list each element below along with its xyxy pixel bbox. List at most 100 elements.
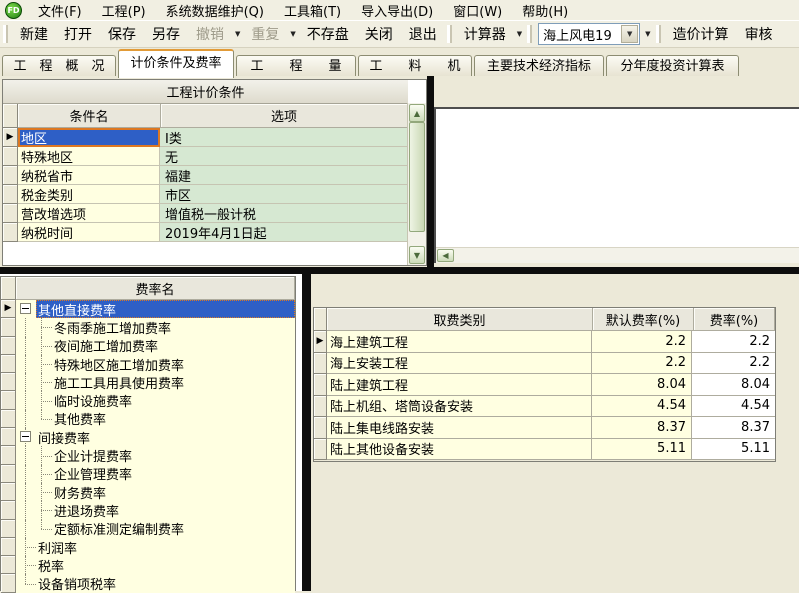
tree-row[interactable]: 间接费率 (1, 428, 295, 446)
condition-name-cell[interactable]: 营改增选项 (18, 204, 160, 223)
row-selector[interactable] (1, 483, 16, 501)
tree-item-label[interactable]: 间接费率 (36, 428, 295, 446)
tree-item-label[interactable]: 进退场费率 (52, 501, 295, 519)
table-row[interactable]: 营改增选项 增值税一般计税 (3, 204, 426, 223)
menu-item-import-export[interactable]: 导入导出(D) (351, 0, 443, 22)
row-selector[interactable] (314, 353, 327, 375)
tree-row[interactable]: 企业管理费率 (1, 465, 295, 483)
calculator-chevron-down-icon[interactable]: ▼ (514, 26, 525, 42)
tree-expander-icon[interactable] (20, 303, 31, 314)
new-button[interactable]: 新建 (12, 21, 56, 47)
tree-row[interactable]: 进退场费率 (1, 501, 295, 519)
row-selector[interactable] (1, 465, 16, 483)
row-selector[interactable] (314, 374, 327, 396)
rate-cell[interactable]: 2.2 (692, 353, 775, 375)
horizontal-scrollbar[interactable]: ◀ (436, 247, 799, 263)
tree-item-label[interactable]: 临时设施费率 (52, 391, 295, 409)
row-selector[interactable] (3, 166, 18, 185)
calculator-button[interactable]: 计算器 (456, 21, 514, 47)
condition-name-cell[interactable]: 税金类别 (18, 185, 160, 204)
tree-item-label[interactable]: 冬雨季施工增加费率 (52, 318, 295, 336)
toolbar-grip[interactable] (447, 25, 452, 43)
tree-row[interactable]: 施工工具用具使用费率 (1, 373, 295, 391)
project-extra-chevron-down-icon[interactable]: ▼ (642, 26, 653, 42)
table-row[interactable]: 陆上机组、塔筒设备安装 4.54 4.54 (314, 396, 775, 418)
table-row[interactable]: 陆上建筑工程 8.04 8.04 (314, 374, 775, 396)
tree-row[interactable]: 特殊地区施工增加费率 (1, 355, 295, 373)
open-button[interactable]: 打开 (56, 21, 100, 47)
undo-button[interactable]: 撤销 (188, 21, 232, 47)
row-selector[interactable] (3, 147, 18, 166)
fee-category-cell[interactable]: 海上安装工程 (327, 353, 592, 375)
cost-calc-button[interactable]: 造价计算 (665, 21, 737, 47)
tree-row[interactable]: 设备销项税率 (1, 574, 295, 592)
tree-row[interactable]: 临时设施费率 (1, 391, 295, 409)
condition-value-cell[interactable]: 福建 (160, 166, 408, 185)
condition-name-cell[interactable]: 地区 (18, 128, 160, 147)
row-selector[interactable] (1, 355, 16, 373)
menu-item-toolbox[interactable]: 工具箱(T) (274, 0, 351, 22)
condition-value-cell[interactable]: Ⅰ类 (160, 128, 408, 147)
no-save-button[interactable]: 不存盘 (299, 21, 357, 47)
tree-item-label[interactable]: 财务费率 (52, 483, 295, 501)
menu-item-system-data[interactable]: 系统数据维护(Q) (156, 0, 274, 22)
row-selector[interactable] (1, 501, 16, 519)
row-selector[interactable] (1, 556, 16, 574)
tree-row[interactable]: 企业计提费率 (1, 446, 295, 464)
default-rate-cell[interactable]: 5.11 (592, 439, 692, 461)
rate-cell[interactable]: 8.37 (692, 417, 775, 439)
redo-button[interactable]: 重复 (243, 21, 287, 47)
audit-button[interactable]: 审核 (737, 21, 781, 47)
rate-cell[interactable]: 4.54 (692, 396, 775, 418)
row-selector[interactable] (314, 417, 327, 439)
default-rate-cell[interactable]: 8.04 (592, 374, 692, 396)
table-row[interactable]: 陆上其他设备安装 5.11 5.11 (314, 439, 775, 461)
table-row[interactable]: 陆上集电线路安装 8.37 8.37 (314, 417, 775, 439)
tree-item-label[interactable]: 企业管理费率 (52, 465, 295, 483)
row-selector[interactable] (1, 318, 16, 336)
scroll-left-icon[interactable]: ◀ (437, 249, 454, 262)
undo-chevron-down-icon[interactable]: ▼ (232, 26, 243, 42)
horizontal-splitter[interactable] (0, 267, 799, 274)
row-selector[interactable] (1, 428, 16, 446)
row-selector[interactable] (1, 446, 16, 464)
scrollbar-thumb[interactable] (409, 122, 425, 232)
tab-project-overview[interactable]: 工 程 概 况 (2, 55, 116, 78)
project-select[interactable]: 海上风电19 ▼ (538, 23, 640, 45)
tab-main-tech-econ-indicators[interactable]: 主要技术经济指标 (474, 55, 604, 78)
row-selector[interactable] (314, 439, 327, 461)
toolbar-grip[interactable] (527, 25, 532, 43)
save-as-button[interactable]: 另存 (144, 21, 188, 47)
table-row[interactable]: 特殊地区 无 (3, 147, 426, 166)
tree-row[interactable]: 定额标准测定编制费率 (1, 520, 295, 538)
tab-quantities[interactable]: 工 程 量 (236, 55, 356, 78)
row-selector[interactable] (1, 538, 16, 556)
fee-category-cell[interactable]: 陆上其他设备安装 (327, 439, 592, 461)
rate-cell[interactable]: 5.11 (692, 439, 775, 461)
tree-row[interactable]: 财务费率 (1, 483, 295, 501)
tree-row[interactable]: 夜间施工增加费率 (1, 337, 295, 355)
tree-item-label[interactable]: 定额标准测定编制费率 (52, 520, 295, 538)
tree-row[interactable]: 冬雨季施工增加费率 (1, 318, 295, 336)
toolbar-grip[interactable] (3, 25, 8, 43)
tree-item-label[interactable]: 特殊地区施工增加费率 (52, 355, 295, 373)
row-selector[interactable] (1, 391, 16, 409)
table-row[interactable]: 税金类别 市区 (3, 185, 426, 204)
menu-item-project[interactable]: 工程(P) (92, 0, 156, 22)
tree-row[interactable]: ▶ 其他直接费率 (1, 300, 295, 318)
tab-pricing-conditions-rates[interactable]: 计价条件及费率 (118, 49, 234, 78)
fee-category-cell[interactable]: 海上建筑工程 (327, 331, 592, 353)
vertical-splitter[interactable] (427, 76, 434, 267)
condition-name-cell[interactable]: 纳税时间 (18, 223, 160, 242)
default-rate-cell[interactable]: 2.2 (592, 353, 692, 375)
tree-item-label[interactable]: 设备销项税率 (36, 574, 295, 592)
row-selector[interactable] (1, 410, 16, 428)
menu-item-file[interactable]: 文件(F) (28, 0, 92, 22)
tree-row[interactable]: 税率 (1, 556, 295, 574)
tree-item-label[interactable]: 其他直接费率 (36, 300, 295, 318)
row-selector[interactable] (1, 520, 16, 538)
tree-item-label[interactable]: 利润率 (36, 538, 295, 556)
scroll-up-icon[interactable]: ▲ (409, 104, 425, 122)
row-selector[interactable] (3, 223, 18, 242)
exit-button[interactable]: 退出 (401, 21, 445, 47)
